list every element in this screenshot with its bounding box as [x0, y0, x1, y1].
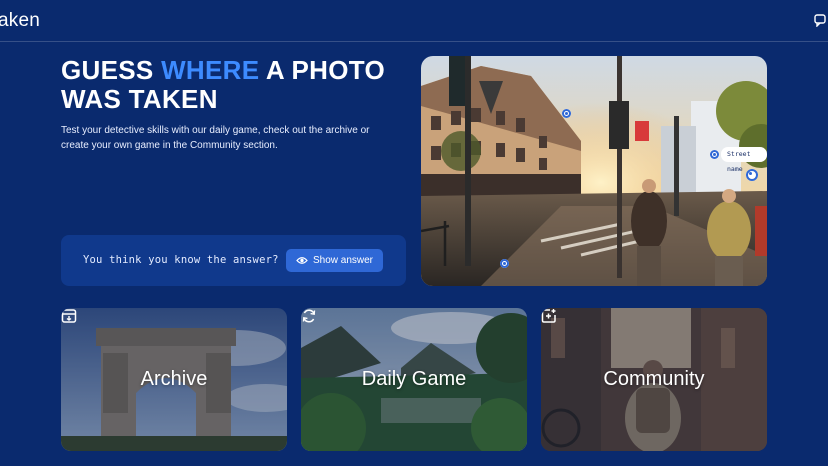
daily-game-card-label: Daily Game [361, 368, 467, 390]
top-bar: aken [0, 0, 828, 42]
daily-game-card-label-wrap: Daily Game [301, 308, 527, 451]
archive-icon [61, 309, 77, 323]
logo-text[interactable]: aken [0, 10, 40, 32]
answer-panel: You think you know the answer? Show answ… [61, 235, 406, 286]
community-card-label: Community [603, 368, 705, 390]
hero-title-part1: GUESS [61, 55, 162, 85]
community-card[interactable]: Community [541, 308, 767, 451]
daily-game-card[interactable]: Daily Game [301, 308, 527, 451]
hero-title: GUESS WHERE A PHOTO WAS TAKEN [61, 56, 421, 114]
eye-icon [296, 257, 308, 264]
refresh-icon [302, 309, 316, 323]
street-name-label: Street name [721, 147, 767, 173]
archive-card-label-wrap: Archive [61, 308, 287, 451]
map-pin-marker[interactable] [500, 259, 509, 268]
show-answer-button[interactable]: Show answer [286, 249, 383, 272]
map-pin-marker[interactable] [710, 150, 719, 159]
archive-card-label: Archive [140, 368, 208, 390]
street-photo-image [421, 56, 767, 286]
archive-card[interactable]: Archive [61, 308, 287, 451]
add-square-icon [541, 309, 556, 323]
answer-prompt: You think you know the answer? [83, 254, 279, 266]
map-pin-marker[interactable] [562, 109, 571, 118]
hero-title-accent: WHERE [161, 55, 260, 85]
show-answer-label: Show answer [312, 255, 374, 266]
map-pin-marker[interactable] [746, 169, 758, 181]
street-photo: Street name [421, 56, 767, 286]
community-card-label-wrap: Community [541, 308, 767, 451]
hero-description: Test your detective skills with our dail… [61, 125, 370, 151]
chat-icon[interactable] [814, 13, 826, 27]
